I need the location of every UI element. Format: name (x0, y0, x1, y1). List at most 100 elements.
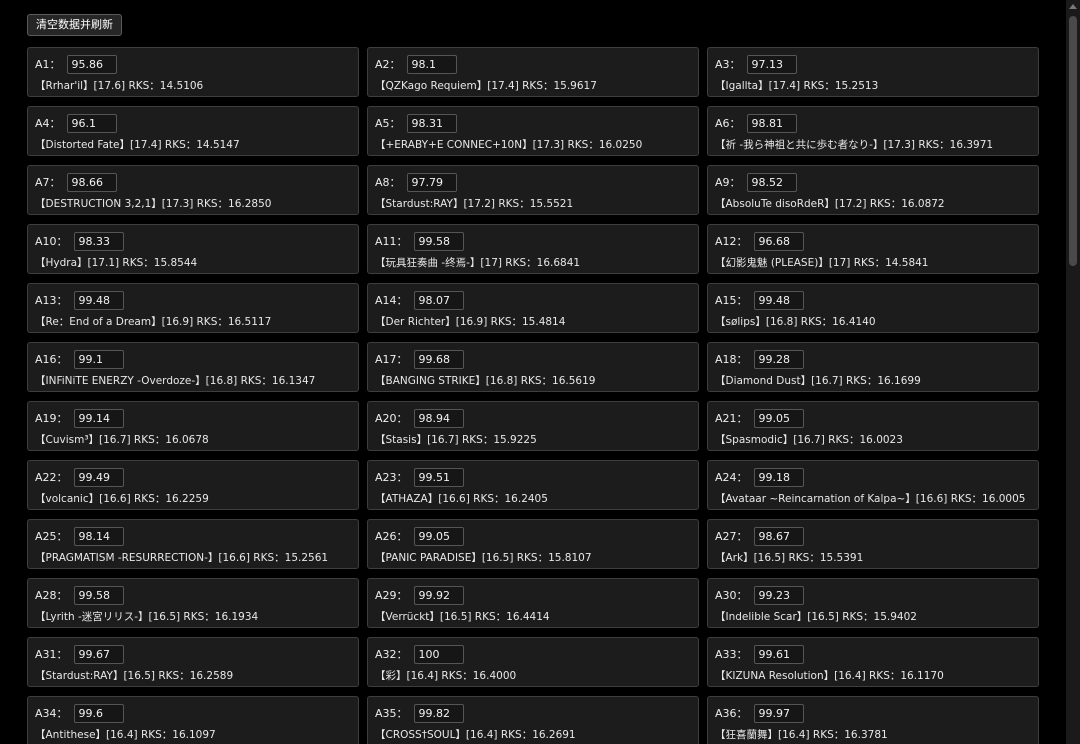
record-header: A7： (35, 172, 351, 192)
record-card: A11： 【玩具狂奏曲 -终焉-】[17] RKS：16.6841 (367, 224, 699, 274)
accuracy-input[interactable] (753, 703, 804, 723)
record-rank-label: A10： (35, 235, 68, 248)
record-card: A32： 【彩】[16.4] RKS：16.4000 (367, 637, 699, 687)
record-rank-label: A32： (375, 648, 408, 661)
accuracy-input[interactable] (753, 644, 804, 664)
record-header: A19： (35, 408, 351, 428)
record-song-info: 【Stardust:RAY】[16.5] RKS：16.2589 (35, 670, 234, 682)
record-card: A26： 【PANIC PARADISE】[16.5] RKS：15.8107 (367, 519, 699, 569)
record-rank-label: A22： (35, 471, 68, 484)
record-card: A34： 【Antithese】[16.4] RKS：16.1097 (27, 696, 359, 744)
accuracy-input[interactable] (746, 113, 797, 133)
record-rank-label: A15： (715, 294, 748, 307)
record-header: A28： (35, 585, 351, 605)
record-song-info: 【Stardust:RAY】[17.2] RKS：15.5521 (375, 198, 574, 210)
accuracy-input[interactable] (413, 526, 464, 546)
record-header: A5： (375, 113, 691, 133)
record-card: A18： 【Diamond Dust】[16.7] RKS：16.1699 (707, 342, 1039, 392)
record-rank-label: A28： (35, 589, 68, 602)
accuracy-input[interactable] (413, 349, 464, 369)
record-rank-label: A3： (715, 58, 741, 71)
record-song-info: 【Stasis】[16.7] RKS：15.9225 (375, 434, 537, 446)
record-card: A6： 【祈 -我ら神祖と共に歩む者なり-】[17.3] RKS：16.3971 (707, 106, 1039, 156)
record-card: A28： 【Lyrith -迷宮リリス-】[16.5] RKS：16.1934 (27, 578, 359, 628)
record-rank-label: A12： (715, 235, 748, 248)
accuracy-input[interactable] (413, 467, 464, 487)
accuracy-input[interactable] (753, 290, 804, 310)
record-rank-label: A6： (715, 117, 741, 130)
accuracy-input[interactable] (73, 644, 124, 664)
record-header: A6： (715, 113, 1031, 133)
record-song-info: 【PANIC PARADISE】[16.5] RKS：15.8107 (375, 552, 592, 564)
record-rank-label: A27： (715, 530, 748, 543)
accuracy-input[interactable] (413, 703, 464, 723)
accuracy-input[interactable] (746, 172, 797, 192)
record-card: A30： 【Indelible Scar】[16.5] RKS：15.9402 (707, 578, 1039, 628)
record-header: A25： (35, 526, 351, 546)
accuracy-input[interactable] (413, 585, 464, 605)
accuracy-input[interactable] (413, 231, 464, 251)
record-card: A20： 【Stasis】[16.7] RKS：15.9225 (367, 401, 699, 451)
record-header: A3： (715, 54, 1031, 74)
accuracy-input[interactable] (413, 408, 464, 428)
record-rank-label: A35： (375, 707, 408, 720)
record-header: A33： (715, 644, 1031, 664)
accuracy-input[interactable] (73, 290, 124, 310)
accuracy-input[interactable] (73, 585, 124, 605)
accuracy-input[interactable] (73, 467, 124, 487)
accuracy-input[interactable] (753, 526, 804, 546)
accuracy-input[interactable] (413, 644, 464, 664)
accuracy-input[interactable] (413, 290, 464, 310)
record-rank-label: A33： (715, 648, 748, 661)
record-rank-label: A25： (35, 530, 68, 543)
record-card: A9： 【AbsoluTe disoRdeR】[17.2] RKS：16.0872 (707, 165, 1039, 215)
record-rank-label: A8： (375, 176, 401, 189)
accuracy-input[interactable] (73, 408, 124, 428)
record-song-info: 【Hydra】[17.1] RKS：15.8544 (35, 257, 198, 269)
scrollbar-thumb[interactable] (1069, 16, 1077, 266)
record-rank-label: A26： (375, 530, 408, 543)
accuracy-input[interactable] (406, 113, 457, 133)
accuracy-input[interactable] (73, 349, 124, 369)
record-rank-label: A17： (375, 353, 408, 366)
record-song-info: 【祈 -我ら神祖と共に歩む者なり-】[17.3] RKS：16.3971 (715, 139, 994, 151)
record-header: A35： (375, 703, 691, 723)
record-song-info: 【AbsoluTe disoRdeR】[17.2] RKS：16.0872 (715, 198, 945, 210)
accuracy-input[interactable] (406, 54, 457, 74)
accuracy-input[interactable] (753, 349, 804, 369)
record-song-info: 【Re：End of a Dream】[16.9] RKS：16.5117 (35, 316, 272, 328)
record-card: A29： 【Verrückt】[16.5] RKS：16.4414 (367, 578, 699, 628)
record-rank-label: A14： (375, 294, 408, 307)
accuracy-input[interactable] (406, 172, 457, 192)
record-card: A33： 【KIZUNA Resolution】[16.4] RKS：16.117… (707, 637, 1039, 687)
accuracy-input[interactable] (66, 113, 117, 133)
scrollbar[interactable] (1066, 0, 1080, 744)
clear-and-refresh-button[interactable]: 清空数据并刷新 (27, 14, 122, 36)
accuracy-input[interactable] (66, 54, 117, 74)
accuracy-input[interactable] (753, 231, 804, 251)
accuracy-input[interactable] (753, 408, 804, 428)
record-card: A23： 【ATHAZA】[16.6] RKS：16.2405 (367, 460, 699, 510)
accuracy-input[interactable] (73, 703, 124, 723)
record-song-info: 【volcanic】[16.6] RKS：16.2259 (35, 493, 209, 505)
record-card: A2： 【QZKago Requiem】[17.4] RKS：15.9617 (367, 47, 699, 97)
accuracy-input[interactable] (753, 585, 804, 605)
accuracy-input[interactable] (753, 467, 804, 487)
record-rank-label: A11： (375, 235, 408, 248)
record-song-info: 【QZKago Requiem】[17.4] RKS：15.9617 (375, 80, 597, 92)
record-header: A29： (375, 585, 691, 605)
accuracy-input[interactable] (746, 54, 797, 74)
record-song-info: 【幻影鬼魅 (PLEASE)】[17] RKS：14.5841 (715, 257, 929, 269)
record-song-info: 【CROSS†SOUL】[16.4] RKS：16.2691 (375, 729, 576, 741)
scroll-up-arrow-icon[interactable] (1069, 4, 1077, 9)
accuracy-input[interactable] (73, 231, 124, 251)
accuracy-input[interactable] (66, 172, 117, 192)
accuracy-input[interactable] (73, 526, 124, 546)
record-rank-label: A18： (715, 353, 748, 366)
record-song-info: 【Diamond Dust】[16.7] RKS：16.1699 (715, 375, 921, 387)
record-rank-label: A21： (715, 412, 748, 425)
record-song-info: 【PRAGMATISM -RESURRECTION-】[16.6] RKS：15… (35, 552, 329, 564)
record-song-info: 【Avataar ~Reincarnation of Kalpa~】[16.6]… (715, 493, 1026, 505)
record-rank-label: A9： (715, 176, 741, 189)
record-header: A17： (375, 349, 691, 369)
